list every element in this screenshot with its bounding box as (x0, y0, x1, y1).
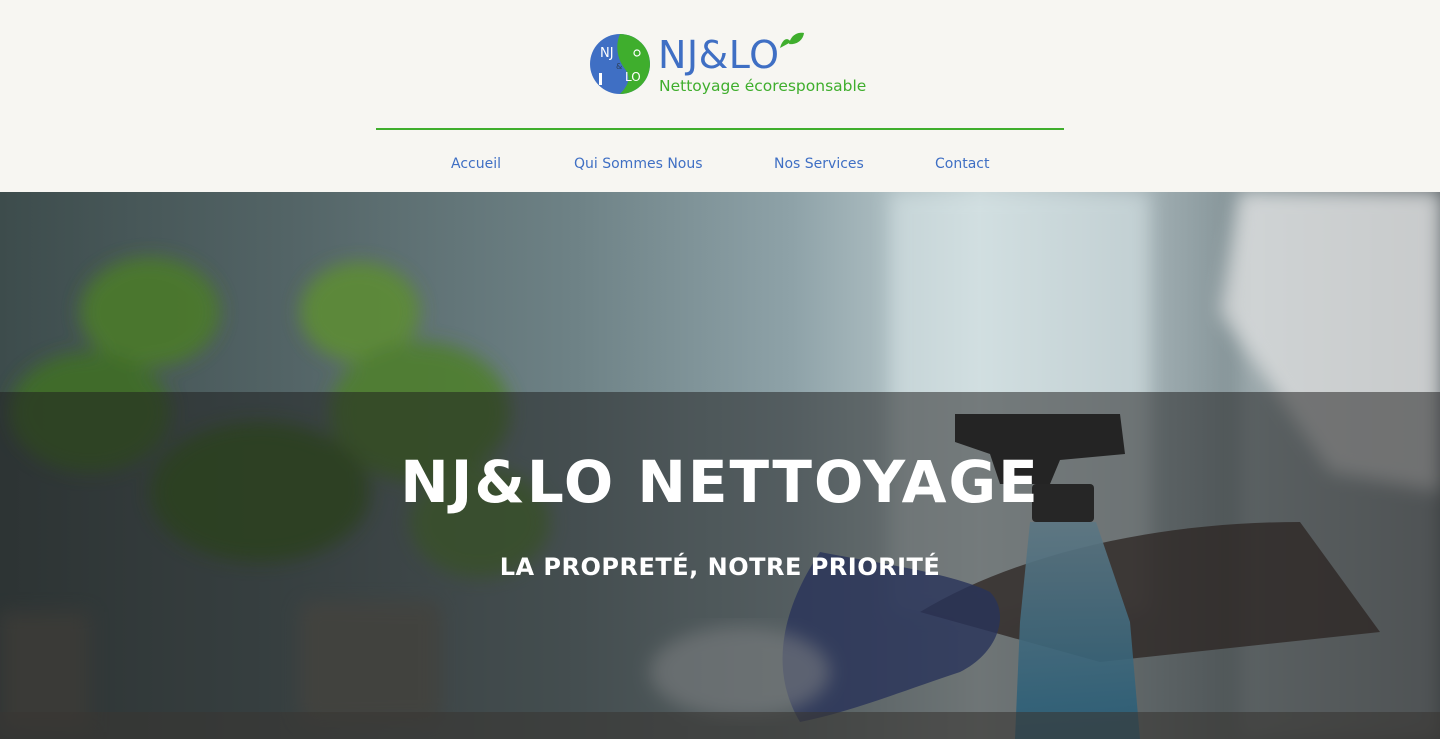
hero-subtitle: LA PROPRETÉ, NOTRE PRIORITÉ (499, 553, 941, 581)
main-nav: Accueil Qui Sommes Nous Nos Services Con… (376, 150, 1064, 180)
header-divider (376, 128, 1064, 130)
hero-section: NJ&LO NETTOYAGE LA PROPRETÉ, NOTRE PRIOR… (0, 192, 1440, 739)
brand-tagline: Nettoyage écoresponsable (659, 77, 867, 95)
logo-mark-top-text: NJ (600, 46, 614, 61)
logo-mark-amp: & (616, 62, 622, 71)
site-logo[interactable]: NJ & LO NJ&LO Nettoyage écoresponsable (589, 30, 879, 96)
hero-title: NJ&LO NETTOYAGE (400, 448, 1040, 516)
brand-name: NJ&LO (658, 33, 780, 77)
nav-item-accueil[interactable]: Accueil (451, 156, 501, 172)
logo-mark-icon: NJ & LO (590, 34, 650, 94)
nav-item-qui-sommes-nous[interactable]: Qui Sommes Nous (574, 156, 703, 172)
nav-item-contact[interactable]: Contact (935, 156, 989, 172)
site-header: NJ & LO NJ&LO Nettoyage écoresponsable A… (0, 0, 1440, 192)
leaf-icon (780, 32, 804, 48)
logo-mark-bottom-text: LO (625, 70, 641, 84)
nav-item-nos-services[interactable]: Nos Services (774, 156, 864, 172)
